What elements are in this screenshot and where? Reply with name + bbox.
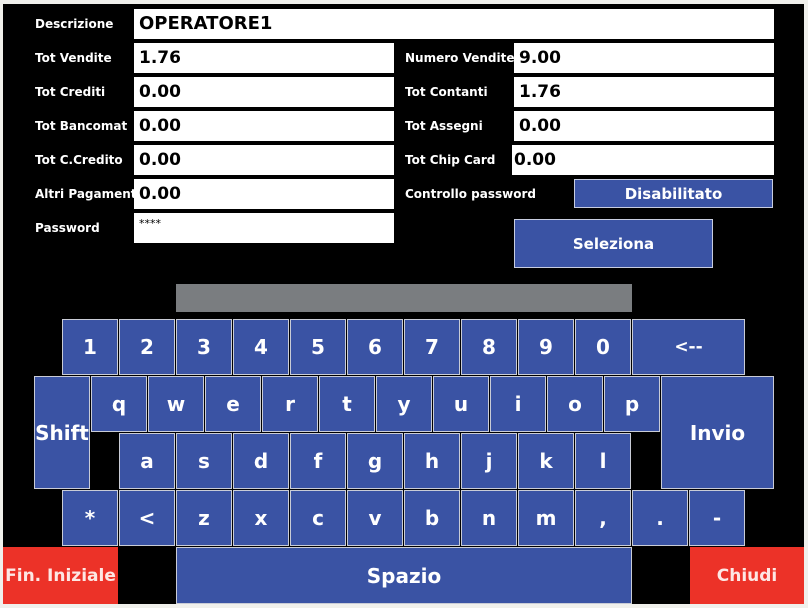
enter-key[interactable]: Invio	[661, 376, 774, 489]
letter-key[interactable]: p	[604, 376, 660, 432]
tot-contanti-field[interactable]: 1.76	[514, 77, 774, 107]
symbol-key[interactable]: <	[119, 490, 175, 546]
backspace-key[interactable]: <--	[632, 319, 745, 375]
controllo-password-label: Controllo password	[405, 187, 536, 201]
symbol-key[interactable]: *	[62, 490, 118, 546]
tot-bancomat-label: Tot Bancomat	[35, 119, 128, 133]
keyboard-display	[176, 284, 632, 312]
number-key[interactable]: 3	[176, 319, 232, 375]
numero-vendite-field[interactable]: 9.00	[514, 43, 774, 73]
symbol-key[interactable]: v	[347, 490, 403, 546]
symbol-key[interactable]: m	[518, 490, 574, 546]
letter-key[interactable]: r	[262, 376, 318, 432]
symbol-key[interactable]: ,	[575, 490, 631, 546]
numero-vendite-label: Numero Vendite	[405, 51, 515, 65]
space-key[interactable]: Spazio	[176, 547, 632, 604]
tot-vendite-field[interactable]: 1.76	[134, 43, 394, 73]
letter-key[interactable]: o	[547, 376, 603, 432]
letter-key[interactable]: f	[290, 433, 346, 489]
letter-key[interactable]: i	[490, 376, 546, 432]
symbol-key[interactable]: x	[233, 490, 289, 546]
number-key[interactable]: 9	[518, 319, 574, 375]
tot-contanti-label: Tot Contanti	[405, 85, 488, 99]
tot-chip-card-label: Tot Chip Card	[405, 153, 496, 167]
tot-ccredito-label: Tot C.Credito	[35, 153, 123, 167]
chiudi-button[interactable]: Chiudi	[690, 547, 804, 604]
number-key[interactable]: 8	[461, 319, 517, 375]
tot-chip-card-field[interactable]: 0.00	[512, 145, 774, 175]
descrizione-field[interactable]: OPERATORE1	[134, 9, 774, 39]
symbol-key[interactable]: .	[632, 490, 688, 546]
letter-key[interactable]: d	[233, 433, 289, 489]
password-label: Password	[35, 221, 100, 235]
tot-bancomat-field[interactable]: 0.00	[134, 111, 394, 141]
tot-ccredito-field[interactable]: 0.00	[134, 145, 394, 175]
letter-key[interactable]: t	[319, 376, 375, 432]
symbol-key[interactable]: n	[461, 490, 517, 546]
letter-key[interactable]: l	[575, 433, 631, 489]
letter-key[interactable]: u	[433, 376, 489, 432]
number-key[interactable]: 0	[575, 319, 631, 375]
descrizione-label: Descrizione	[35, 17, 114, 31]
controllo-password-toggle[interactable]: Disabilitato	[574, 179, 773, 208]
tot-crediti-label: Tot Crediti	[35, 85, 106, 99]
password-field[interactable]: ****	[134, 213, 394, 243]
symbol-key[interactable]: z	[176, 490, 232, 546]
letter-key[interactable]: g	[347, 433, 403, 489]
number-key[interactable]: 7	[404, 319, 460, 375]
tot-assegni-label: Tot Assegni	[405, 119, 483, 133]
tot-crediti-field[interactable]: 0.00	[134, 77, 394, 107]
symbol-key[interactable]: c	[290, 490, 346, 546]
letter-key[interactable]: k	[518, 433, 574, 489]
shift-key[interactable]: Shift	[34, 376, 90, 489]
fin-iniziale-button[interactable]: Fin. Iniziale	[3, 547, 118, 604]
letter-key[interactable]: q	[91, 376, 147, 432]
letter-key[interactable]: y	[376, 376, 432, 432]
tot-vendite-label: Tot Vendite	[35, 51, 112, 65]
number-key[interactable]: 5	[290, 319, 346, 375]
number-key[interactable]: 6	[347, 319, 403, 375]
symbol-key[interactable]: b	[404, 490, 460, 546]
operator-panel: Descrizione OPERATORE1 Tot Vendite 1.76 …	[3, 4, 804, 604]
letter-key[interactable]: e	[205, 376, 261, 432]
letter-key[interactable]: h	[404, 433, 460, 489]
altri-pagamenti-field[interactable]: 0.00	[134, 179, 394, 209]
number-key[interactable]: 2	[119, 319, 175, 375]
letter-key[interactable]: j	[461, 433, 517, 489]
letter-key[interactable]: s	[176, 433, 232, 489]
letter-key[interactable]: w	[148, 376, 204, 432]
number-key[interactable]: 1	[62, 319, 118, 375]
symbol-key[interactable]: -	[689, 490, 745, 546]
number-key[interactable]: 4	[233, 319, 289, 375]
altri-pagamenti-label: Altri Pagamenti	[35, 187, 141, 201]
tot-assegni-field[interactable]: 0.00	[514, 111, 774, 141]
letter-key[interactable]: a	[119, 433, 175, 489]
seleziona-button[interactable]: Seleziona	[514, 219, 713, 268]
